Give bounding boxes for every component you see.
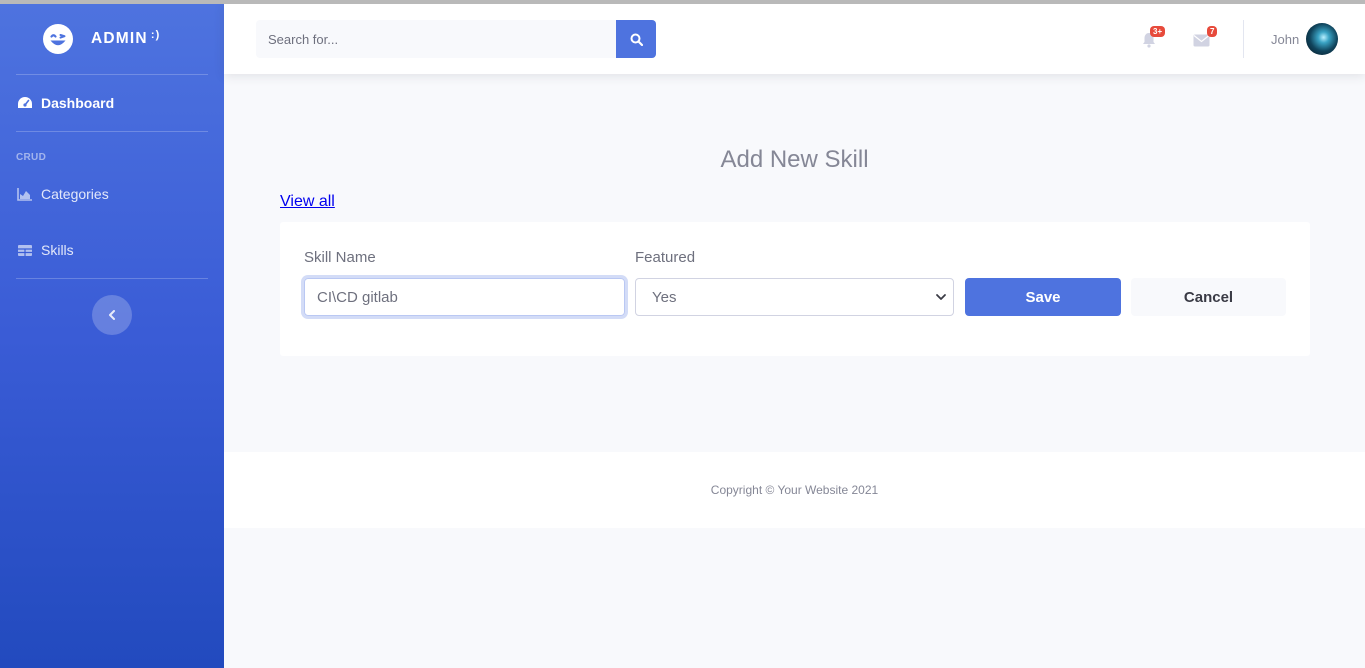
sidebar-brand[interactable]: ADMIN:) — [0, 4, 224, 74]
chevron-left-icon — [109, 310, 115, 320]
featured-select[interactable]: Yes — [635, 278, 954, 316]
search-form — [256, 20, 656, 58]
topbar-divider — [1243, 20, 1244, 58]
add-skill-form: Skill Name Featured CI\CD gitlab Yes Sav… — [280, 222, 1310, 356]
tachometer-icon — [17, 95, 33, 111]
avatar[interactable] — [1306, 23, 1338, 55]
skill-name-label: Skill Name — [304, 249, 376, 266]
skill-name-input[interactable]: CI\CD gitlab — [304, 278, 625, 316]
brand-suffix: :) — [150, 29, 161, 41]
sidebar: ADMIN:) Dashboard CRUD Categories Skills — [0, 4, 224, 668]
sidebar-divider — [16, 278, 208, 279]
skill-name-value: CI\CD gitlab — [317, 288, 398, 306]
alerts-dropdown[interactable]: 3+ — [1142, 26, 1166, 50]
area-chart-icon — [17, 186, 33, 202]
footer: Copyright © Your Website 2021 — [224, 452, 1365, 528]
sidebar-item-categories[interactable]: Categories — [0, 166, 224, 222]
save-button[interactable]: Save — [965, 278, 1121, 316]
sidebar-item-label: Categories — [41, 186, 109, 202]
sidebar-toggle-button[interactable] — [92, 295, 132, 335]
messages-count-badge: 7 — [1207, 26, 1218, 37]
chevron-down-icon — [936, 294, 946, 300]
alerts-count-badge: 3+ — [1150, 26, 1166, 37]
user-name[interactable]: John — [1271, 32, 1299, 47]
featured-selected-value: Yes — [652, 288, 677, 306]
search-icon — [630, 33, 643, 46]
topbar: 3+ 7 John — [224, 4, 1365, 74]
featured-label: Featured — [635, 249, 696, 266]
messages-dropdown[interactable]: 7 — [1193, 26, 1218, 50]
search-button[interactable] — [616, 20, 656, 58]
page-title: Add New Skill — [720, 146, 869, 173]
search-input[interactable] — [256, 20, 616, 58]
sidebar-item-skills[interactable]: Skills — [0, 222, 224, 278]
brand-name: ADMIN:) — [91, 29, 161, 47]
sidebar-item-label: Dashboard — [41, 95, 115, 111]
sidebar-heading: CRUD — [16, 152, 47, 163]
sidebar-item-label: Skills — [41, 242, 74, 258]
cancel-button[interactable]: Cancel — [1131, 278, 1286, 316]
view-all-link[interactable]: View all — [280, 193, 335, 211]
laugh-wink-icon — [43, 24, 73, 54]
table-icon — [17, 242, 33, 258]
copyright-text: Copyright © Your Website 2021 — [710, 483, 879, 497]
window-top-edge — [0, 0, 1365, 4]
sidebar-item-dashboard[interactable]: Dashboard — [0, 75, 224, 131]
